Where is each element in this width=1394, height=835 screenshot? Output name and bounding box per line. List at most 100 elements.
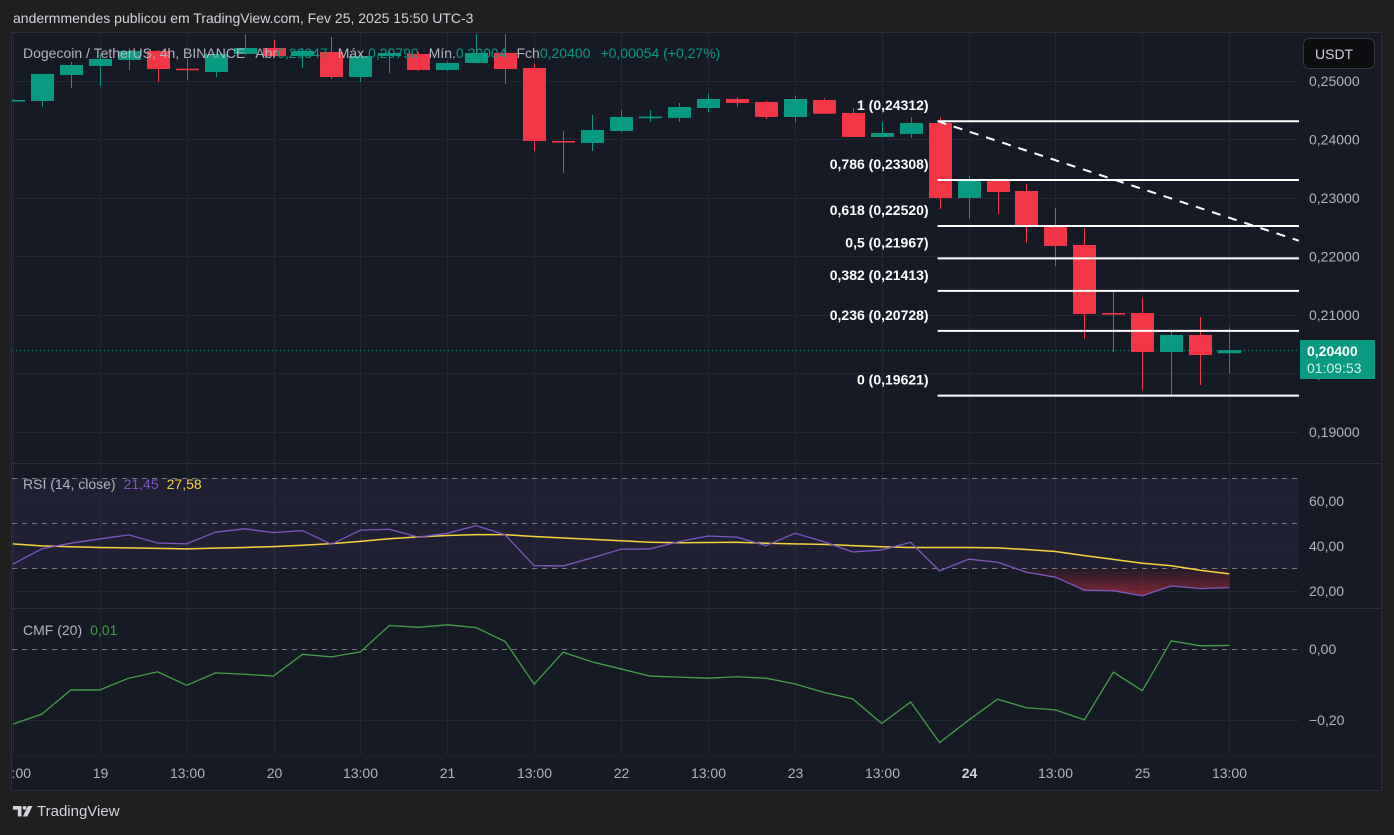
candle-body[interactable] — [639, 116, 662, 119]
candle-body[interactable] — [871, 132, 894, 137]
grid-layer — [12, 33, 1299, 755]
candle[interactable] — [900, 116, 923, 138]
candle-body[interactable] — [1044, 225, 1067, 247]
candle[interactable] — [1131, 297, 1154, 390]
candle[interactable] — [523, 63, 546, 152]
price-axis-label[interactable]: 0,22000 — [1309, 248, 1360, 264]
candle-body[interactable] — [1015, 190, 1038, 227]
candle-body[interactable] — [1189, 334, 1212, 356]
candle-body[interactable] — [668, 106, 691, 118]
chart-canvas[interactable]: 1 (0,24312) 0,786 (0,23308) 0,618 (0,22520… — [12, 33, 1381, 790]
time-axis-label: 13:00 — [517, 765, 552, 781]
candle[interactable] — [813, 98, 836, 114]
rsi-axis-label[interactable]: 60,00 — [1309, 493, 1344, 509]
candle[interactable] — [176, 58, 199, 80]
candle-body[interactable] — [900, 122, 923, 134]
candle-body[interactable] — [1131, 312, 1154, 352]
candle[interactable] — [987, 179, 1010, 215]
time-axis-label: 13:00 — [1212, 765, 1247, 781]
candle-body[interactable] — [1160, 334, 1183, 352]
close-label: Fch — [516, 45, 540, 61]
rsi-pane[interactable] — [12, 478, 1299, 597]
rsi-title[interactable]: RSI (14, close) — [23, 476, 116, 492]
time-axis-label: 24 — [962, 765, 978, 781]
candle[interactable] — [726, 97, 749, 107]
candle[interactable] — [697, 93, 720, 112]
price-axis-label[interactable]: 0,23000 — [1309, 190, 1360, 206]
time-axis-label: 13:00 — [343, 765, 378, 781]
candle-body[interactable] — [552, 140, 575, 143]
candle-body[interactable] — [755, 101, 778, 117]
candles-layer[interactable] — [12, 33, 1241, 396]
candle[interactable] — [639, 109, 662, 122]
candle[interactable] — [958, 175, 981, 219]
price-axis-label[interactable]: 0,25000 — [1309, 73, 1360, 89]
open-label: Abr — [255, 45, 278, 61]
candle-body[interactable] — [12, 99, 25, 102]
time-axis-label: 25 — [1135, 765, 1151, 781]
cmf-axis-label[interactable]: −0,20 — [1309, 712, 1345, 728]
rsi-legend[interactable]: RSI (14, close) 21,45 27,58 — [23, 476, 202, 492]
candle-body[interactable] — [60, 64, 83, 75]
candle-body[interactable] — [929, 122, 952, 198]
candle[interactable] — [1102, 291, 1125, 352]
candle[interactable] — [784, 95, 807, 122]
candle-body[interactable] — [813, 99, 836, 114]
price-axis-label[interactable]: 0,21000 — [1309, 307, 1360, 323]
candle[interactable] — [668, 102, 691, 122]
candle-body[interactable] — [987, 180, 1010, 192]
candle[interactable] — [552, 130, 575, 173]
tradingview-brand[interactable]: TradingView — [37, 803, 120, 820]
candle[interactable] — [1015, 183, 1038, 243]
candle-body[interactable] — [436, 62, 459, 70]
last-price-label: 0,20400 01:09:53 — [1300, 340, 1375, 379]
time-axis-label: 13:00 — [170, 765, 205, 781]
footer-branding[interactable]: TradingView — [13, 803, 120, 820]
candle[interactable] — [1189, 316, 1212, 386]
fib-level-label: 0,618 (0,22520) — [830, 202, 929, 218]
price-axis-label[interactable]: 0,19000 — [1309, 424, 1360, 440]
candle[interactable] — [755, 100, 778, 119]
main-legend[interactable]: Dogecoin / TetherUS, 4h, BINANCE Abr0,203… — [23, 45, 720, 61]
candle-body[interactable] — [31, 73, 54, 101]
candle[interactable] — [581, 114, 604, 152]
price-axis-label[interactable]: 0,24000 — [1309, 131, 1360, 147]
candle[interactable] — [929, 116, 952, 209]
candle-body[interactable] — [842, 112, 865, 137]
candle[interactable] — [1160, 332, 1183, 396]
cmf-axis-label[interactable]: 0,00 — [1309, 641, 1336, 657]
candle-body[interactable] — [697, 98, 720, 109]
candle-body[interactable] — [1102, 312, 1125, 315]
fib-level-label: 0,236 (0,20728) — [830, 307, 929, 323]
rsi-axis-label[interactable]: 40,00 — [1309, 538, 1344, 554]
candle[interactable] — [610, 109, 633, 132]
symbol-title[interactable]: Dogecoin / TetherUS, 4h, BINANCE — [23, 45, 245, 61]
candle-body[interactable] — [726, 98, 749, 103]
currency-button[interactable]: USDT — [1303, 38, 1375, 69]
candle-body[interactable] — [1073, 244, 1096, 314]
cmf-legend[interactable]: CMF (20) 0,01 — [23, 622, 117, 638]
candle-body[interactable] — [176, 68, 199, 71]
candle[interactable] — [1073, 227, 1096, 339]
fib-level-label: 0,382 (0,21413) — [830, 267, 929, 283]
candle-body[interactable] — [610, 116, 633, 131]
candle[interactable] — [12, 99, 25, 102]
candle[interactable] — [1218, 327, 1241, 374]
candle-body[interactable] — [523, 67, 546, 141]
cmf-title[interactable]: CMF (20) — [23, 622, 82, 638]
cmf-pane[interactable] — [12, 624, 1299, 744]
candle[interactable] — [60, 61, 83, 88]
candle[interactable] — [31, 73, 54, 107]
candle[interactable] — [1044, 207, 1067, 266]
candle[interactable] — [436, 61, 459, 72]
chart-container[interactable]: 1 (0,24312) 0,786 (0,23308) 0,618 (0,22520… — [12, 33, 1381, 790]
last-price-value: 0,20400 — [1307, 343, 1358, 359]
time-axis-label: 23 — [788, 765, 804, 781]
candle-body[interactable] — [581, 129, 604, 143]
candle-body[interactable] — [784, 98, 807, 117]
tradingview-logo-icon — [13, 806, 33, 817]
candle[interactable] — [871, 121, 894, 138]
candle-body[interactable] — [1218, 350, 1241, 354]
candle-body[interactable] — [958, 180, 981, 198]
rsi-axis-label[interactable]: 20,00 — [1309, 583, 1344, 599]
